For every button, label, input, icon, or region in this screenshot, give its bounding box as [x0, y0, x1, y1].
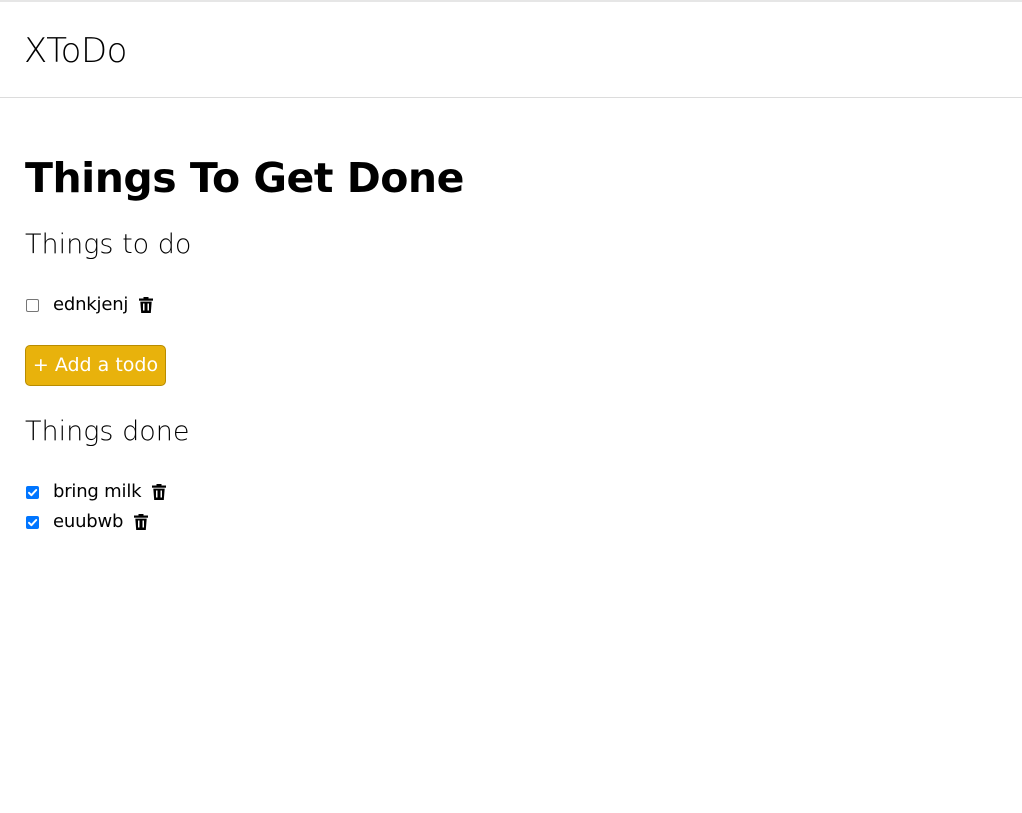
- done-label: bring milk: [53, 481, 142, 502]
- brand-link[interactable]: XToDo: [24, 31, 127, 71]
- add-todo-button[interactable]: + Add a todo: [25, 345, 166, 386]
- checkmark-icon: [28, 488, 38, 496]
- trash-icon[interactable]: [138, 296, 154, 314]
- todo-checkbox[interactable]: [26, 298, 39, 312]
- todo-label: ednkjenj: [53, 294, 129, 315]
- done-label: euubwb: [53, 511, 124, 532]
- trash-icon[interactable]: [151, 483, 167, 501]
- done-checkbox[interactable]: [26, 515, 39, 529]
- done-checkbox[interactable]: [26, 485, 39, 499]
- todo-section-heading: Things to do: [25, 229, 192, 260]
- done-item: bring milk: [25, 481, 167, 503]
- trash-icon[interactable]: [133, 513, 149, 531]
- checkmark-icon: [28, 518, 38, 526]
- todo-item: ednkjenj: [25, 294, 154, 316]
- navbar: XToDo: [0, 2, 1022, 98]
- done-item: euubwb: [25, 511, 149, 533]
- page-title: Things To Get Done: [25, 154, 464, 202]
- done-section-heading: Things done: [25, 416, 190, 447]
